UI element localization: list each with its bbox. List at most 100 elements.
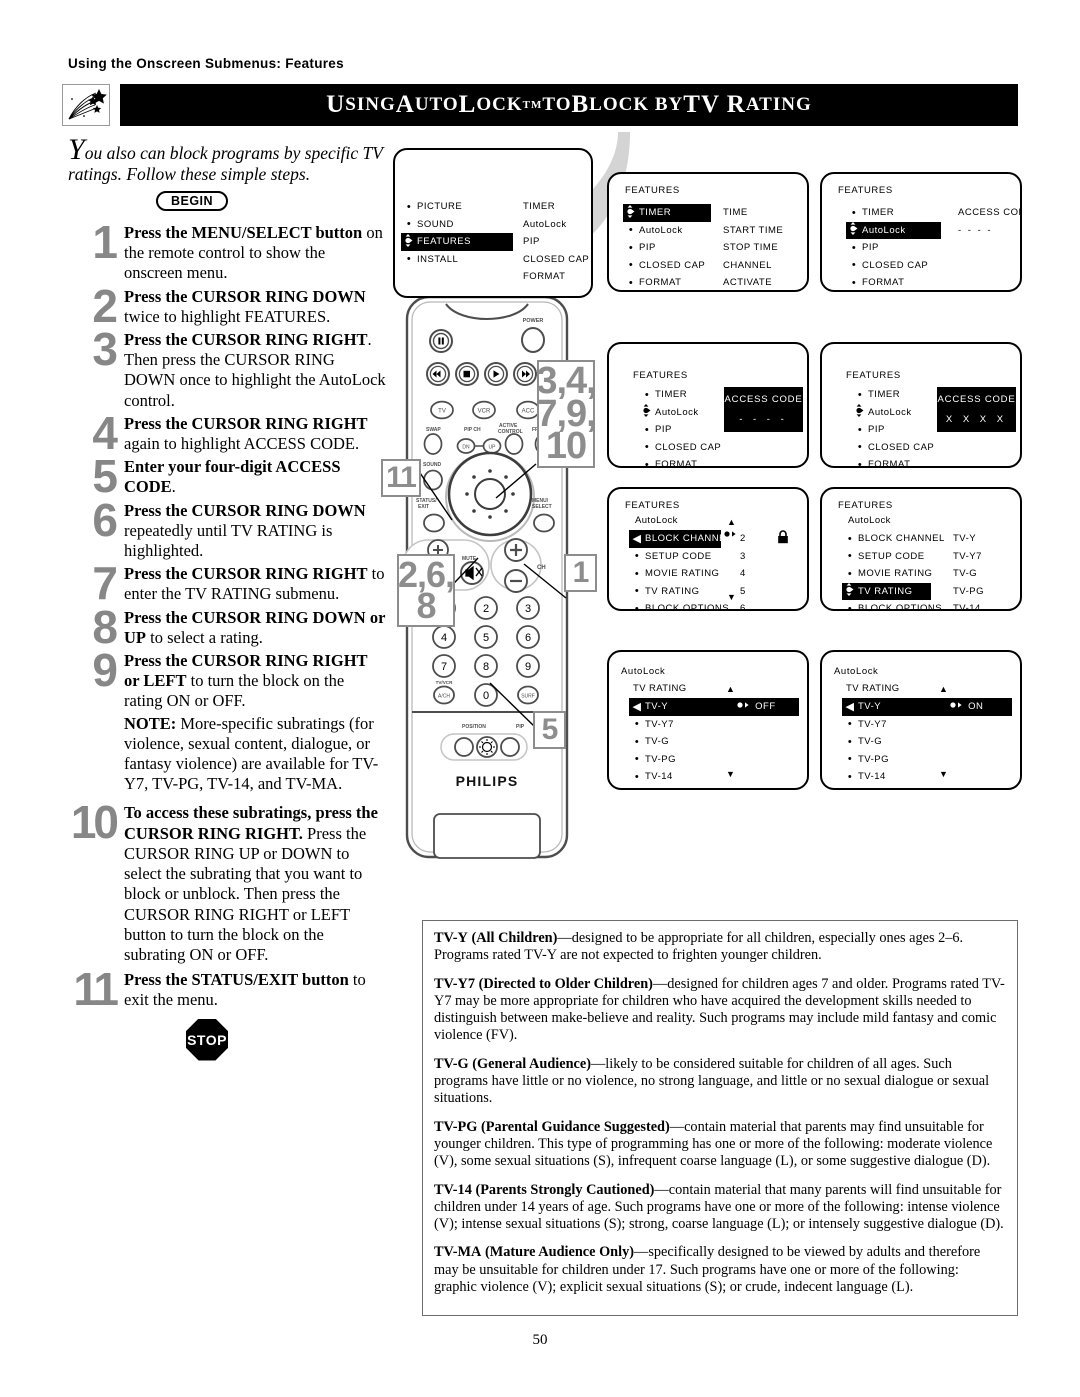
- menu-row[interactable]: • TV-Y7: [842, 716, 1012, 734]
- bullet-icon: •: [847, 532, 853, 545]
- bullet-icon: •: [628, 276, 634, 289]
- menu-row-label: AutoLock: [862, 224, 906, 236]
- col2-item: TIME: [723, 207, 748, 218]
- menu-row-selected[interactable]: TIMER: [623, 204, 711, 222]
- menu-row-label: CLOSED CAP: [655, 441, 722, 453]
- menu-row[interactable]: • SOUND: [401, 216, 513, 234]
- menu-row-selected[interactable]: ◀ TV-Y OFF: [629, 698, 799, 716]
- menu-row: •: [623, 292, 711, 293]
- menu-row-selected[interactable]: ◀ TV-Y ON: [842, 698, 1012, 716]
- svg-text:2: 2: [483, 603, 489, 615]
- menu-row[interactable]: • AutoLock: [623, 222, 711, 240]
- step-number: 5: [92, 450, 118, 503]
- menu-row[interactable]: • BLOCK CHANNEL: [842, 530, 945, 548]
- menu-row-label: CLOSED CAP: [862, 259, 929, 271]
- menu-row[interactable]: • SETUP CODE: [842, 548, 945, 566]
- menu-row: •: [846, 292, 941, 293]
- menu-row[interactable]: • CLOSED CAP: [639, 439, 721, 457]
- step-text: Press the CURSOR RING RIGHT or LEFT to t…: [124, 650, 386, 712]
- menu-row[interactable]: • PICTURE: [401, 198, 513, 216]
- menu-row-selected[interactable]: TV RATING: [842, 582, 931, 600]
- col2-item: PIP: [523, 236, 540, 247]
- steps-list: 1 Press the MENU/SELECT button on the re…: [66, 219, 386, 1061]
- menu-row[interactable]: • PIP: [852, 421, 934, 439]
- title-part-3: UTO: [414, 94, 459, 115]
- menu-row-label: CLOSED CAP: [868, 441, 935, 453]
- menu-row[interactable]: • TV-G: [629, 733, 799, 751]
- scroll-up-arrow-icon[interactable]: ▲: [727, 518, 736, 527]
- col2-item: CLOSED CAP: [523, 253, 590, 265]
- intro-paragraph: You also can block programs by specific …: [68, 135, 383, 185]
- scroll-up-arrow-icon[interactable]: ▲: [726, 685, 735, 694]
- menu-row[interactable]: • TIMER: [852, 386, 934, 404]
- menu-row-label: FEATURES: [417, 236, 471, 248]
- bullet-icon: •: [851, 206, 857, 219]
- step-rest: again to highlight ACCESS CODE.: [124, 434, 360, 454]
- menu-row-selected[interactable]: AutoLock: [846, 221, 941, 239]
- menu-row[interactable]: • PIP: [639, 421, 721, 439]
- callout-2-6-8: 2,6, 8: [397, 554, 455, 627]
- rating-definition: TV-MA (Mature Audience Only)—specificall…: [434, 1244, 1005, 1296]
- svg-text:7: 7: [441, 661, 447, 673]
- bullet-icon: •: [857, 388, 863, 401]
- col2-item: CHANNEL: [723, 259, 772, 271]
- menu-row-label: TV-Y: [645, 701, 669, 713]
- menu-row[interactable]: • MOVIE RATING: [842, 565, 945, 583]
- svg-text:3: 3: [525, 603, 531, 615]
- bullet-icon: •: [842, 788, 858, 790]
- rating-paren: (General Audience): [472, 1055, 591, 1072]
- menu-row[interactable]: • TV RATING: [629, 583, 729, 601]
- bullet-icon: •: [847, 567, 853, 580]
- step-number: 7: [92, 557, 118, 610]
- menu-row[interactable]: • TV-14: [842, 768, 1012, 786]
- menu-row[interactable]: • PIP: [623, 239, 711, 257]
- menu-row[interactable]: • TIMER: [639, 386, 721, 404]
- menu-row[interactable]: • FORMAT: [639, 456, 721, 466]
- svg-text:POWER: POWER: [523, 318, 544, 324]
- bullet-icon: •: [847, 718, 853, 731]
- menu-row-label: PIP: [862, 242, 879, 254]
- menu-row[interactable]: • TV-G: [842, 733, 1012, 751]
- step-number: 9: [92, 644, 118, 697]
- step-bold: Press the CURSOR RING RIGHT: [124, 564, 368, 584]
- bullet-icon: •: [851, 276, 857, 289]
- step-bold: Enter your four-digit ACCESS CODE: [124, 457, 341, 497]
- cursor-updownright-icon: [623, 204, 639, 221]
- menu-row[interactable]: • BLOCK OPTIONS: [842, 600, 945, 609]
- menu-row[interactable]: • SETUP CODE: [629, 548, 729, 566]
- menu-row[interactable]: AutoLock: [639, 404, 721, 422]
- menu-row-label: MOVIE RATING: [858, 568, 933, 580]
- menu-row[interactable]: • MOVIE RATING: [629, 565, 729, 583]
- menu-row[interactable]: • TV-14: [629, 768, 799, 786]
- menu-row-label: MOVIE RATING: [645, 568, 720, 580]
- tv-screen-subheading: AutoLock: [848, 515, 891, 526]
- menu-row[interactable]: • PIP: [846, 239, 941, 257]
- menu-row[interactable]: • BLOCK OPTIONS: [629, 600, 729, 609]
- svg-text:0: 0: [483, 690, 489, 702]
- menu-row-selected[interactable]: FEATURES: [401, 233, 513, 251]
- menu-row[interactable]: • FORMAT: [852, 456, 934, 466]
- bullet-icon: •: [406, 218, 412, 231]
- menu-row[interactable]: • TIMER: [846, 204, 941, 222]
- tv-screen-autolock-tv-rating: FEATURES AutoLock • BLOCK CHANNEL • SETUP …: [820, 487, 1022, 611]
- scroll-up-arrow-icon[interactable]: ▲: [939, 685, 948, 694]
- menu-row[interactable]: • FORMAT: [846, 274, 941, 290]
- menu-row[interactable]: • INSTALL: [401, 251, 513, 269]
- menu-row[interactable]: • TV-Y7: [629, 716, 799, 734]
- bullet-icon: •: [628, 224, 634, 237]
- menu-row[interactable]: AutoLock: [852, 404, 934, 422]
- tv-screen-autolock-block-channel: FEATURES AutoLock ▲ ▼ ◀ BLOCK CHANNEL • S…: [607, 487, 809, 611]
- menu-row-label: PICTURE: [417, 201, 463, 213]
- svg-text:VCR: VCR: [478, 409, 491, 415]
- menu-row[interactable]: • CLOSED CAP: [846, 257, 941, 275]
- menu-row[interactable]: • FORMAT: [623, 274, 711, 290]
- step-text: Press the CURSOR RING RIGHT again to hig…: [124, 413, 386, 454]
- rating-code: TV-Y: [434, 930, 468, 946]
- menu-row[interactable]: • TV-PG: [842, 751, 1012, 769]
- step-7: 7 Press the CURSOR RING RIGHT to enter t…: [66, 557, 386, 610]
- menu-row[interactable]: • CLOSED CAP: [623, 257, 711, 275]
- menu-row[interactable]: • CLOSED CAP: [852, 439, 934, 457]
- menu-row[interactable]: • TV-PG: [629, 751, 799, 769]
- menu-row-label: TIMER: [639, 207, 672, 219]
- menu-row-selected[interactable]: ◀ BLOCK CHANNEL: [629, 530, 731, 548]
